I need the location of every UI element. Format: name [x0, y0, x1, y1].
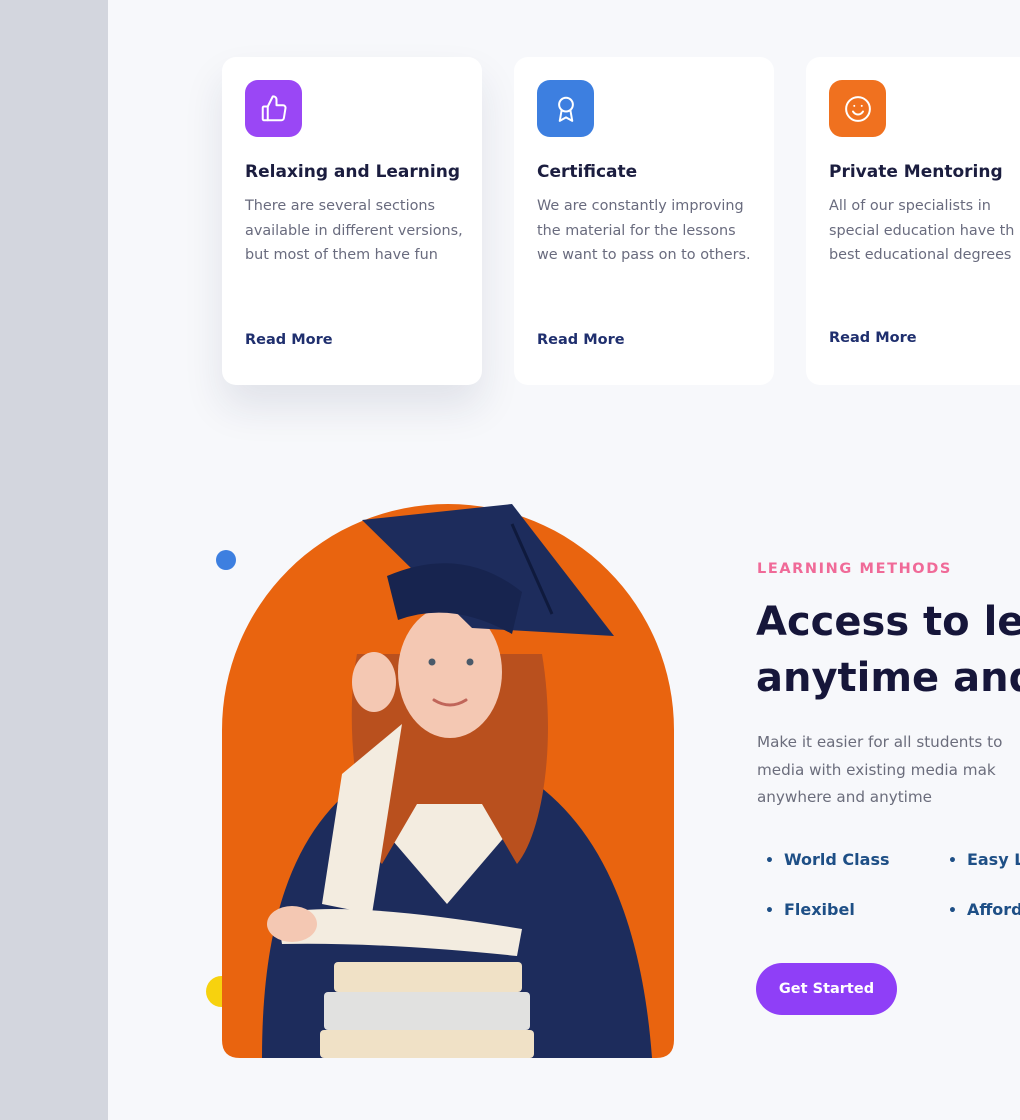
card-description: There are several sections available in …: [245, 198, 463, 263]
book-top: [334, 962, 522, 992]
headline-line: anytime and: [756, 655, 1020, 701]
card-title: Relaxing and Learning: [245, 162, 460, 182]
card-description: All of our specialists in special educat…: [829, 198, 1015, 263]
section-headline: Access to lea anytime and: [756, 594, 1020, 706]
hand: [352, 652, 396, 712]
feature-label: Flexibel: [783, 900, 855, 919]
feature-label: World Class: [783, 850, 890, 869]
book-bottom: [320, 1030, 534, 1058]
bullet-icon: •: [948, 903, 957, 919]
card-icon-badge: [245, 80, 302, 137]
feature-card-certificate: Certificate We are constantly improving …: [514, 57, 774, 385]
feature-item-world-class: • World Class: [765, 850, 890, 869]
section-eyebrow: LEARNING METHODS: [757, 561, 952, 577]
bullet-icon: •: [765, 903, 774, 919]
graduate-student-photo: [222, 504, 674, 1058]
card-description: We are constantly improving the material…: [537, 198, 751, 263]
feature-label: Afforda: [966, 900, 1020, 919]
card-title: Private Mentoring: [829, 162, 1003, 182]
smiley-face-icon: [844, 95, 871, 122]
feature-card-private-mentoring: Private Mentoring All of our specialists…: [806, 57, 1020, 385]
feature-label: Easy Le: [966, 850, 1020, 869]
card-icon-badge: [537, 80, 594, 137]
read-more-link[interactable]: Read More: [829, 330, 917, 346]
feature-item-affordable: • Afforda: [948, 900, 1020, 919]
feature-item-easy-learning: • Easy Le: [948, 850, 1020, 869]
description-line: Make it easier for all students to: [757, 733, 1003, 751]
feature-item-flexibel: • Flexibel: [765, 900, 855, 919]
read-more-link[interactable]: Read More: [245, 332, 333, 348]
award-ribbon-icon: [557, 96, 574, 122]
read-more-link[interactable]: Read More: [537, 332, 625, 348]
left-sidebar-strip: [0, 0, 108, 1120]
bullet-icon: •: [948, 853, 957, 869]
description-line: anywhere and anytime: [757, 788, 933, 806]
feature-card-relaxing-learning: Relaxing and Learning There are several …: [222, 57, 482, 385]
card-icon-badge: [829, 80, 886, 137]
get-started-button[interactable]: Get Started: [756, 963, 897, 1015]
card-title: Certificate: [537, 162, 638, 182]
page-canvas: Relaxing and Learning There are several …: [108, 0, 1020, 1120]
description-line: media with existing media mak: [757, 760, 996, 779]
bullet-icon: •: [765, 853, 774, 869]
headline-line: Access to lea: [756, 599, 1020, 645]
book-middle: [324, 992, 530, 1030]
thumbs-up-icon: [261, 94, 286, 121]
section-description: Make it easier for all students to media…: [757, 729, 1002, 812]
